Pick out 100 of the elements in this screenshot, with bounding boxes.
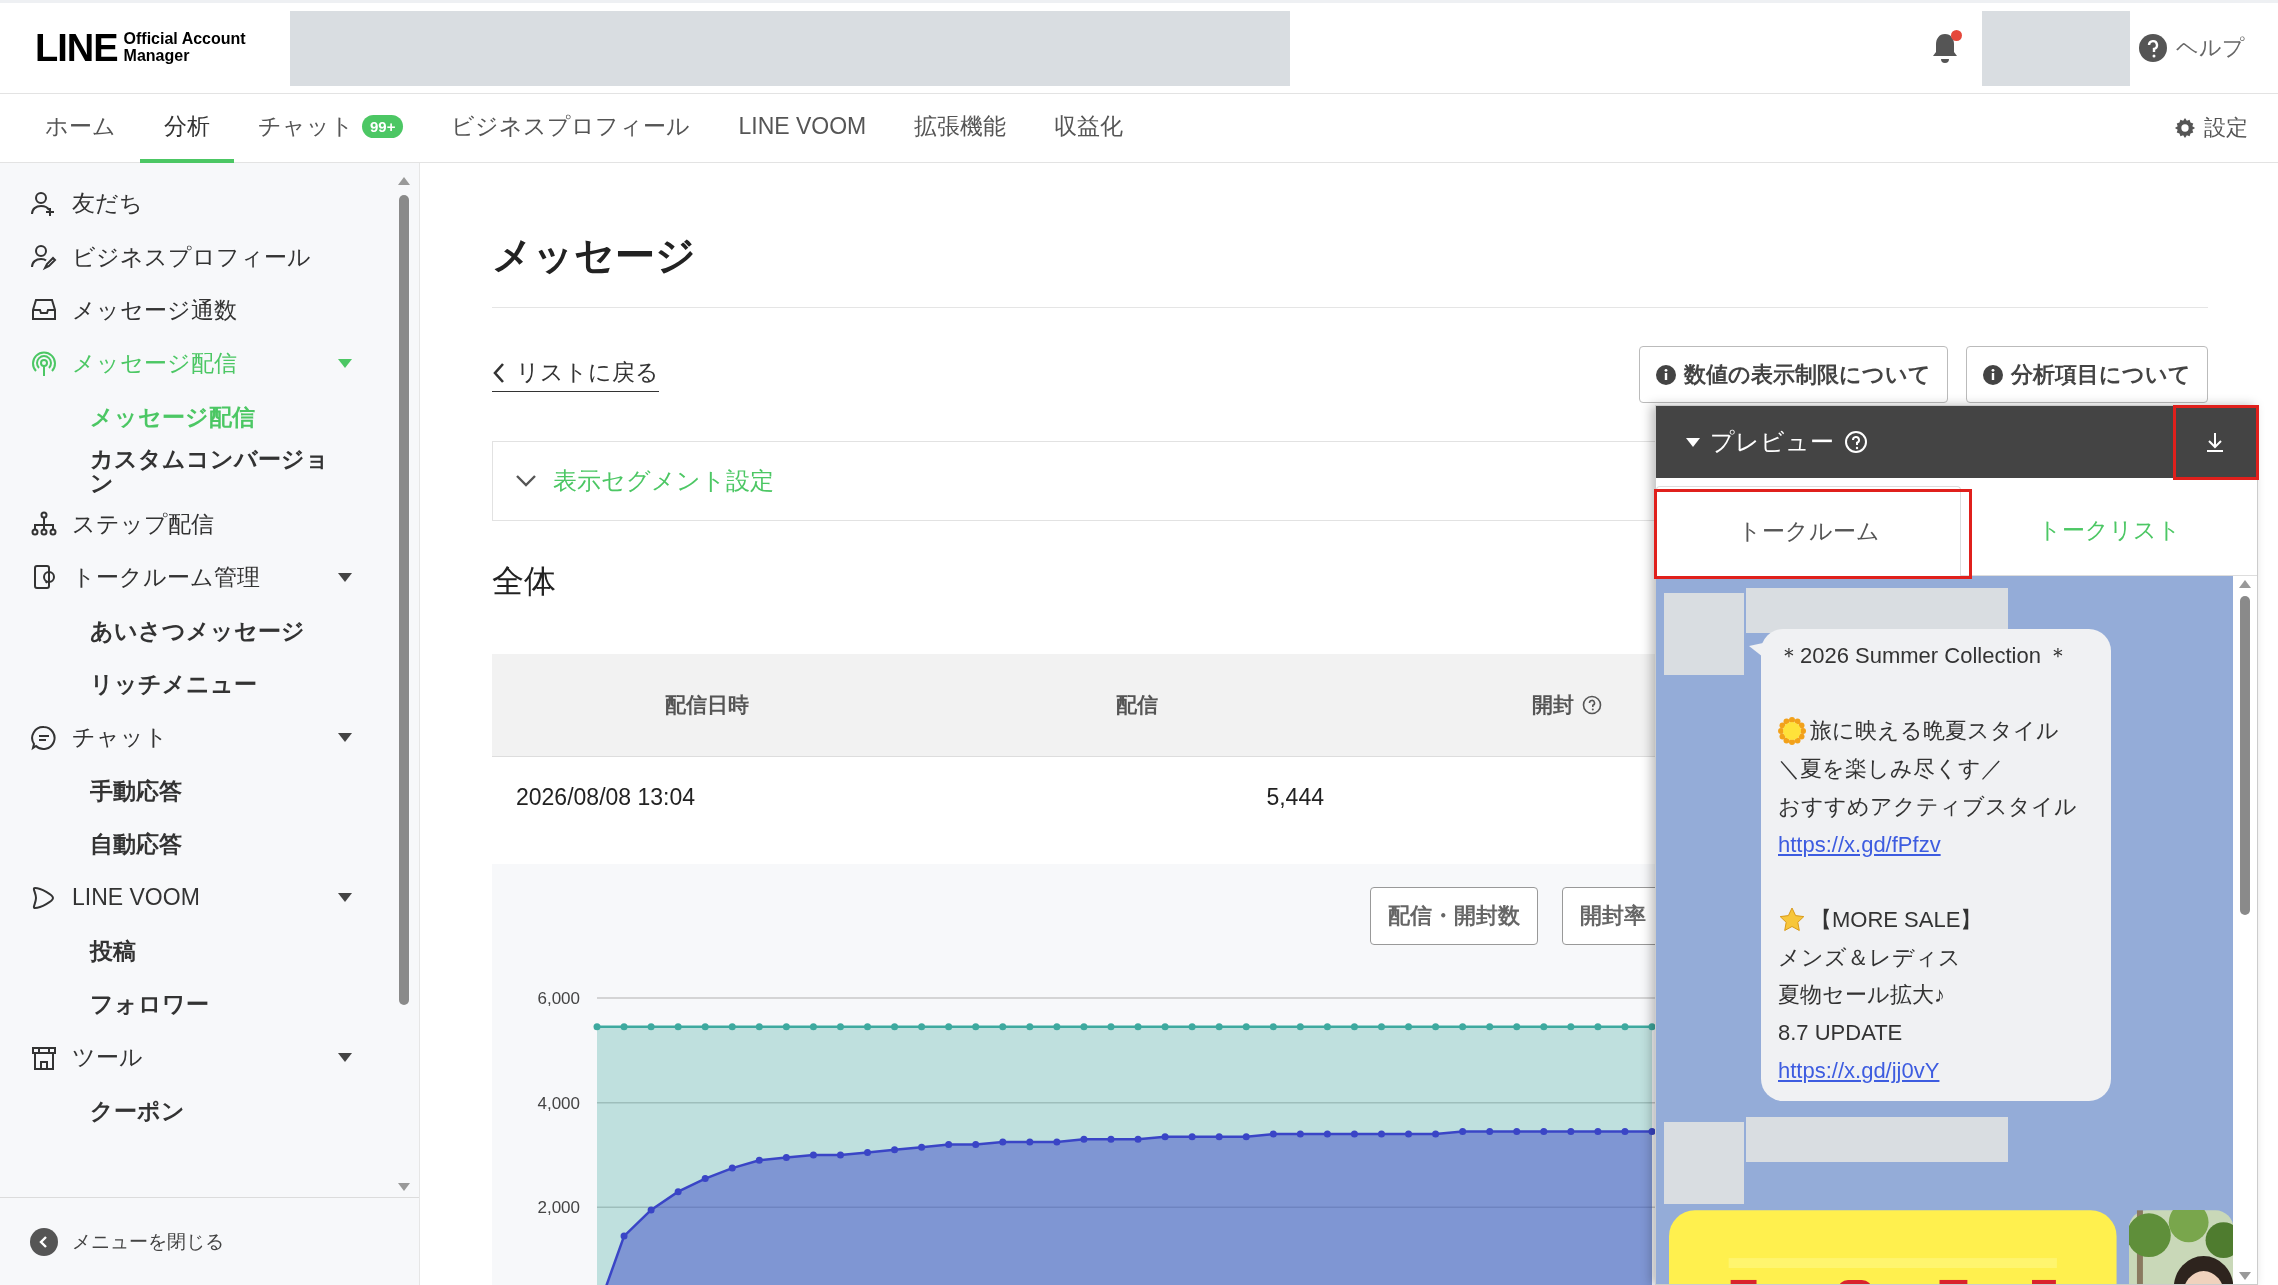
back-link[interactable]: リストに戻る: [492, 357, 659, 392]
nav-tab[interactable]: LINE VOOM: [714, 94, 891, 163]
nav-tab[interactable]: 拡張機能: [890, 94, 1031, 163]
data-point: [918, 1023, 926, 1031]
data-point: [1188, 1023, 1196, 1031]
data-point: [1296, 1023, 1304, 1031]
caret-icon[interactable]: [1686, 437, 1700, 447]
message-text: おすすめアクティブスタイル: [1778, 792, 2077, 821]
data-point: [1378, 1023, 1385, 1031]
table-cell: 5,444: [1266, 783, 1324, 811]
data-point: [945, 1141, 953, 1149]
caret-icon: [338, 1053, 352, 1063]
star-icon: [1778, 905, 1806, 934]
message-link[interactable]: https://x.gd/jj0vY: [1778, 1051, 1940, 1090]
nav-tab[interactable]: ホーム: [21, 94, 140, 163]
data-point: [1107, 1135, 1115, 1143]
data-point: [1269, 1023, 1277, 1031]
sidebar-item[interactable]: 友だち: [0, 177, 390, 231]
data-point: [1540, 1127, 1548, 1135]
data-point: [782, 1023, 790, 1031]
message-text: メンズ＆レディス: [1778, 943, 1961, 972]
data-point: [1486, 1023, 1494, 1031]
help-icon[interactable]: [1582, 695, 1602, 715]
data-point: [1161, 1023, 1169, 1031]
data-point: [647, 1206, 655, 1214]
data-point: [864, 1023, 871, 1031]
data-point: [1080, 1135, 1088, 1143]
help-icon: [2138, 33, 2168, 63]
scrollbar[interactable]: [2233, 576, 2257, 1284]
sidebar-item[interactable]: ビジネスプロフィール: [0, 230, 390, 284]
data-point: [701, 1023, 709, 1031]
data-point: [836, 1023, 844, 1031]
info-button[interactable]: 分析項目について: [1966, 346, 2208, 403]
data-point: [1350, 1130, 1358, 1138]
axis-label: 2,000: [537, 1198, 580, 1218]
sidebar-item[interactable]: ステップ配信: [0, 497, 390, 551]
data-point: [1026, 1023, 1034, 1031]
section-title: 全体: [492, 562, 557, 601]
data-point: [1134, 1135, 1142, 1143]
data-point: [1323, 1023, 1331, 1031]
sidebar-item[interactable]: ツール: [0, 1031, 390, 1085]
sidebar-item[interactable]: 投稿: [0, 924, 390, 978]
data-point: [945, 1023, 953, 1031]
sun-icon: [1778, 717, 1806, 746]
data-point: [1188, 1133, 1196, 1141]
sidebar-item[interactable]: リッチメニュー: [0, 657, 390, 711]
sidebar-item[interactable]: トークルーム管理: [0, 550, 390, 605]
data-point: [1459, 1023, 1467, 1031]
logo-subtitle: Manager: [123, 48, 191, 65]
data-point: [1648, 1023, 1656, 1031]
nav-tab[interactable]: ビジネスプロフィール: [427, 94, 715, 163]
sidebar-item[interactable]: あいさつメッセージ: [0, 604, 390, 658]
data-point: [1567, 1127, 1575, 1135]
info-button[interactable]: 数値の表示制限について: [1639, 346, 1948, 403]
data-point: [1323, 1130, 1331, 1138]
data-point: [999, 1023, 1007, 1031]
data-point: [1350, 1023, 1358, 1031]
settings-link[interactable]: 設定: [2174, 94, 2248, 162]
sidebar-item[interactable]: チャット: [0, 710, 390, 765]
nav-tab[interactable]: 収益化: [1030, 94, 1148, 163]
message-text: 夏物セール拡大♪: [1778, 981, 1945, 1010]
data-point: [1486, 1127, 1494, 1135]
data-point: [755, 1156, 763, 1164]
data-point: [1432, 1130, 1440, 1138]
sidebar-item[interactable]: 自動応答: [0, 817, 390, 872]
data-point: [728, 1164, 736, 1172]
sidebar-item[interactable]: LINE VOOM: [0, 871, 390, 925]
sidebar-item[interactable]: カスタムコンバージョン: [0, 443, 390, 498]
data-point: [755, 1023, 763, 1031]
menu-item-icon: [30, 723, 58, 752]
sidebar-item[interactable]: クーポン: [0, 1084, 390, 1139]
data-point: [1242, 1023, 1250, 1031]
chevron-down-icon: [515, 474, 537, 488]
chevron-left-icon: [492, 361, 506, 384]
help-link[interactable]: ヘルプ: [2138, 33, 2245, 63]
data-point: [1594, 1023, 1602, 1031]
data-point: [593, 1023, 601, 1031]
data-point: [1621, 1127, 1629, 1135]
caret-icon: [338, 359, 352, 369]
data-point: [809, 1151, 817, 1159]
data-point: [728, 1023, 736, 1031]
collapse-menu-button[interactable]: メニューを閉じる: [0, 1198, 419, 1285]
message-text: ＊2026 Summer Collection ＊: [1778, 642, 2069, 670]
data-point: [1242, 1133, 1250, 1141]
sidebar-item[interactable]: フォロワー: [0, 977, 390, 1032]
data-point: [1378, 1130, 1385, 1138]
axis-label: 4,000: [537, 1093, 580, 1113]
sidebar-item[interactable]: 手動応答: [0, 764, 390, 818]
data-point: [1513, 1127, 1521, 1135]
column-header: 配信: [1115, 692, 1159, 718]
info-icon: [1983, 364, 2003, 385]
caret-icon: [338, 893, 352, 903]
nav-tab[interactable]: チャット 99+: [234, 94, 428, 163]
data-point: [1621, 1023, 1629, 1031]
menu-item-icon: [30, 349, 58, 378]
sidebar-item[interactable]: メッセージ通数: [0, 283, 390, 338]
message-link[interactable]: https://x.gd/fPfzv: [1778, 825, 1941, 864]
info-icon: [1656, 364, 1676, 385]
data-point: [999, 1138, 1007, 1146]
chart-toggle-button[interactable]: 配信・開封数: [1370, 887, 1538, 945]
